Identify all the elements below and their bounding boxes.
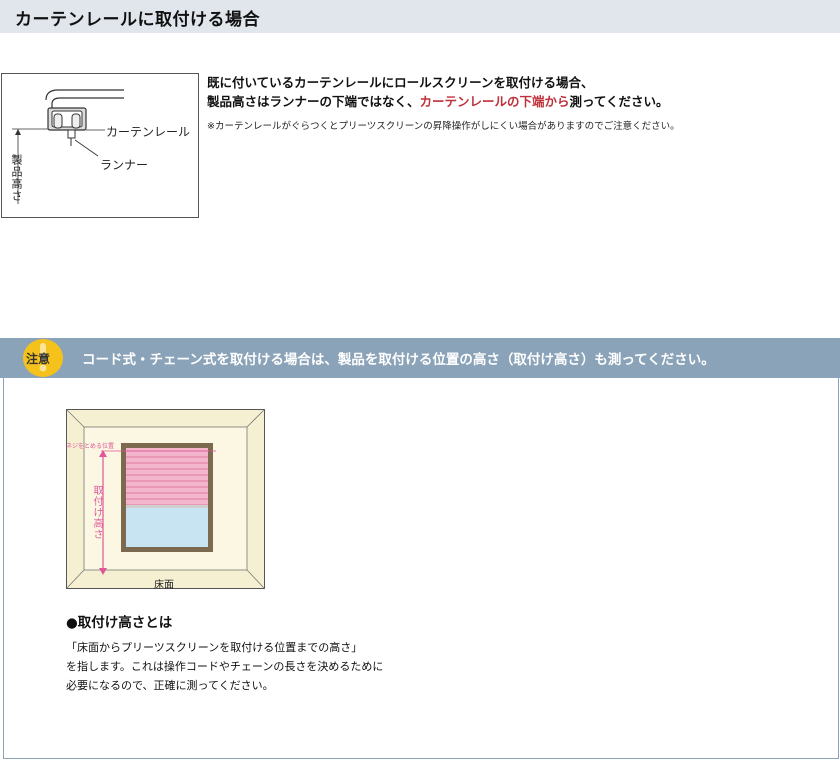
definition-heading: ●取付け高さとは <box>66 615 173 631</box>
description-line-1: 既に付いているカーテンレールにロールスクリーンを取付ける場合、 <box>207 75 594 90</box>
description-text-end: 測ってください。 <box>569 94 669 109</box>
definition-line-3: 必要になるので、正確に測ってください。 <box>66 679 274 692</box>
product-height-label: 製品高さ <box>10 154 23 202</box>
curtain-rail-diagram: カーテンレール ランナー 製品高さ <box>1 73 199 218</box>
definition-line-1: 「床面からプリーツスクリーンを取付ける位置までの高さ」 <box>66 641 363 654</box>
definition-line-2: を指します。これは操作コードやチェーンの長さを決めるために <box>66 660 384 673</box>
highlight-text: カーテンレールの下端から <box>419 94 570 109</box>
definition-body: 「床面からプリーツスクリーンを取付ける位置までの高さ」 を指します。これは操作コ… <box>66 638 383 695</box>
description-text: 製品高さはランナーの下端ではなく、 <box>207 94 420 109</box>
screw-position-label: ネジをとめる位置 <box>66 443 115 450</box>
caution-badge-label: 注意 <box>26 352 51 366</box>
caution-icon: 注意 <box>23 339 63 377</box>
title-bar: カーテンレールに取付ける場合 <box>0 0 840 33</box>
curtain-rail-label: カーテンレール <box>106 125 191 139</box>
description: 既に付いているカーテンレールにロールスクリーンを取付ける場合、 製品高さはランナ… <box>207 73 669 111</box>
page-title: カーテンレールに取付ける場合 <box>15 10 260 30</box>
caution-text: コード式・チェーン式を取付ける場合は、製品を取付ける位置の高さ（取付け高さ）も測… <box>82 352 715 368</box>
description-line-2: 製品高さはランナーの下端ではなく、カーテンレールの下端から測ってください。 <box>207 92 669 111</box>
note-text: ※カーテンレールがぐらつくとプリーツスクリーンの昇降操作がしにくい場合があります… <box>207 121 680 132</box>
runner-label: ランナー <box>100 158 149 172</box>
floor-label: 床面 <box>154 580 174 591</box>
curtain-rail-illustration <box>12 89 124 204</box>
mount-height-label: 取付け高さ <box>91 485 102 540</box>
